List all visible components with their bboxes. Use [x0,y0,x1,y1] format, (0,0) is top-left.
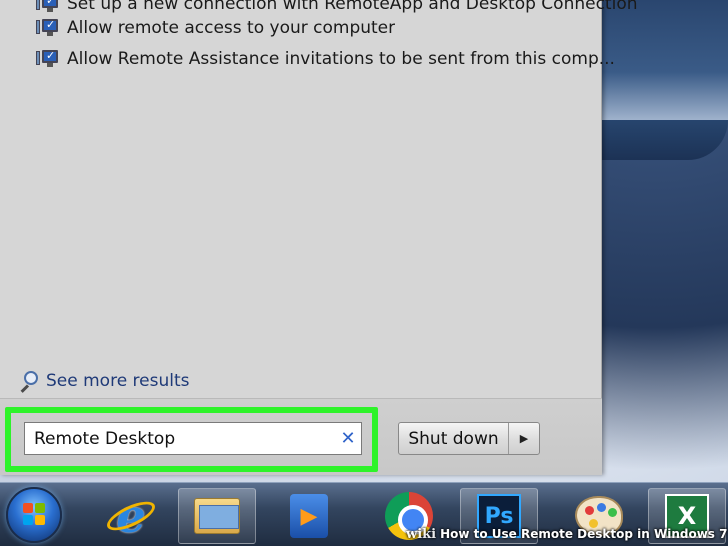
search-result-label: Allow remote access to your computer [67,18,396,38]
windows-media-player-icon: ▶ [290,494,328,538]
see-more-results-link[interactable]: See more results [18,369,190,393]
watermark-brand: wiki [406,527,437,542]
watermark-title: How to Use Remote Desktop in Windows 7 [440,527,728,541]
search-result-label: Allow Remote Assistance invitations to b… [67,49,615,69]
search-result-item[interactable]: ✓ Allow Remote Assistance invitations to… [36,46,615,72]
wikihow-watermark: wiki How to Use Remote Desktop in Window… [406,527,727,545]
remote-connection-icon: ✓ [36,0,60,15]
system-properties-icon: ✓ [36,48,60,70]
search-result-item[interactable]: ✓ Allow remote access to your computer [36,15,395,41]
start-menu-left-pane: ✓ Set up a new connection with RemoteApp… [0,0,638,475]
taskbar-media-player[interactable]: ▶ [270,488,348,544]
shutdown-button-group: Shut down ▶ [398,422,540,455]
clear-search-icon[interactable]: ✕ [335,428,361,449]
wallpaper-ridge [588,120,728,160]
wallpaper-sky [598,0,728,120]
windows-explorer-icon [194,498,240,534]
shutdown-options-arrow-icon[interactable]: ▶ [509,423,539,454]
see-more-label: See more results [46,371,190,391]
search-result-label: Set up a new connection with RemoteApp a… [67,0,638,14]
windows-start-orb[interactable] [6,487,62,543]
taskbar-internet-explorer[interactable]: e [92,488,170,544]
shutdown-button[interactable]: Shut down [399,423,509,454]
magnifier-icon [18,370,40,393]
system-properties-icon: ✓ [36,17,60,39]
search-input-value: Remote Desktop [34,428,176,449]
windows-flag-icon [23,503,47,527]
taskbar-windows-explorer[interactable] [178,488,256,544]
start-search-input[interactable]: Remote Desktop ✕ [24,422,362,455]
